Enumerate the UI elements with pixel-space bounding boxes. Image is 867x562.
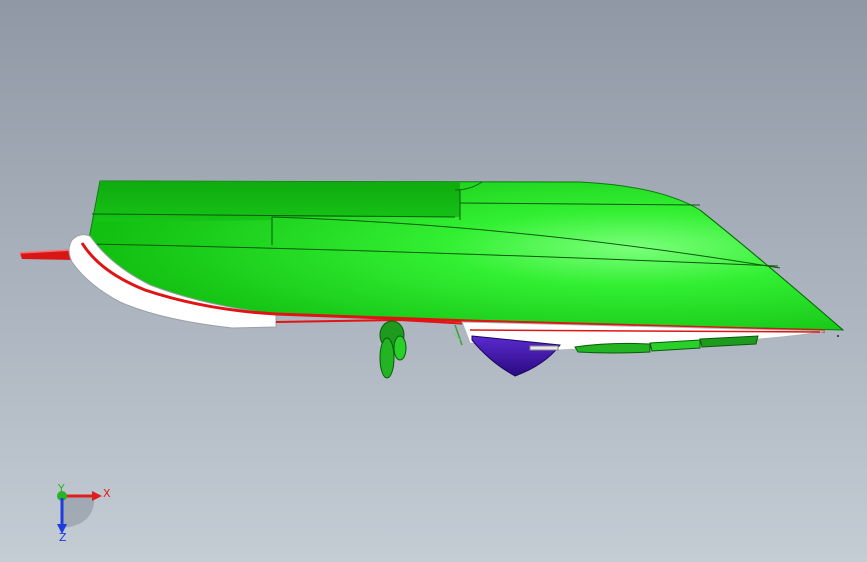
graphics-viewport[interactable]: X Y Z <box>0 0 867 562</box>
reference-triad[interactable]: X Y Z <box>0 0 867 562</box>
y-axis-label: Y <box>57 482 65 495</box>
z-axis-label: Z <box>59 531 67 544</box>
x-axis-arrow <box>92 491 102 501</box>
triad-shadow <box>62 496 95 528</box>
x-axis-label: X <box>103 487 111 500</box>
